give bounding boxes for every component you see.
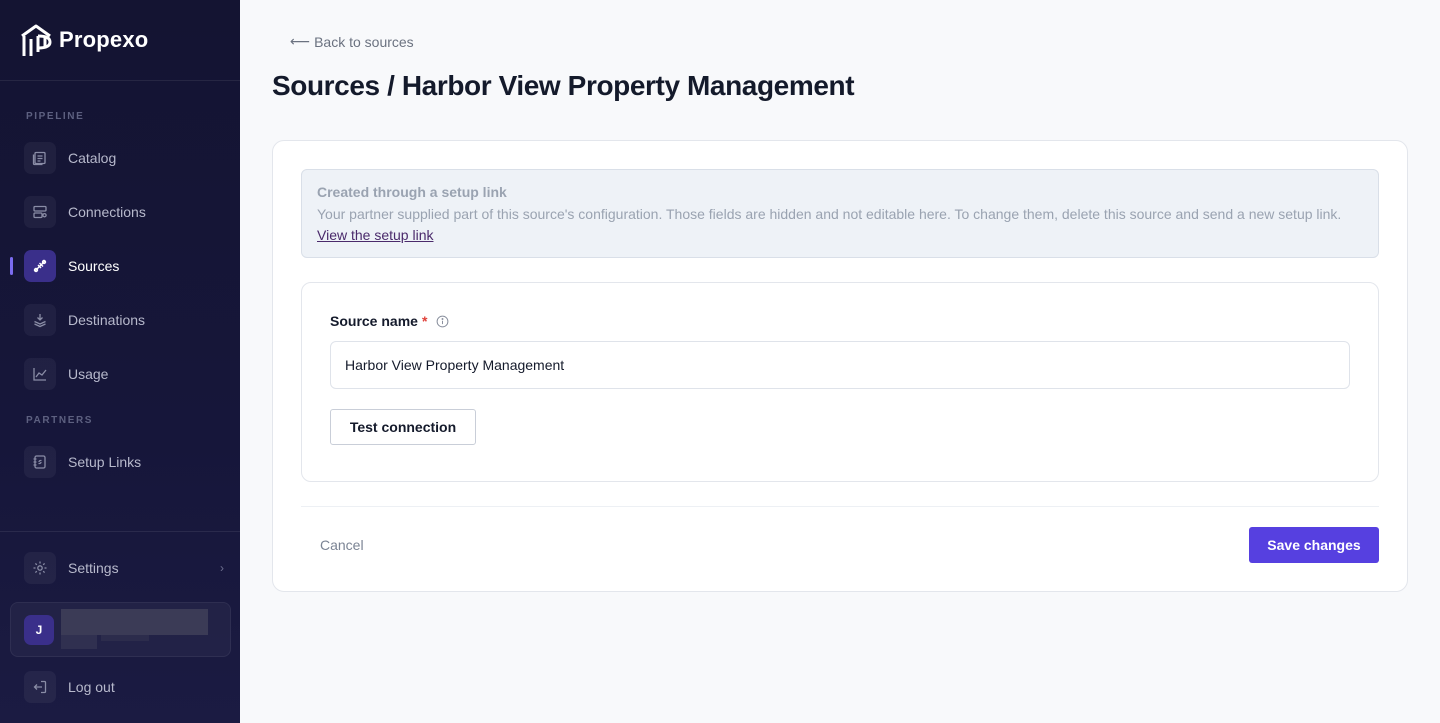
sidebar: Propexo PIPELINE Catalog Connections Sou… bbox=[0, 0, 240, 723]
notice-text: Your partner supplied part of this sourc… bbox=[317, 206, 1342, 222]
cancel-button[interactable]: Cancel bbox=[305, 527, 379, 563]
section-label-pipeline: PIPELINE bbox=[26, 111, 85, 122]
sidebar-item-destinations[interactable]: Destinations bbox=[24, 303, 224, 337]
source-name-label-text: Source name bbox=[330, 313, 418, 329]
page-title: Sources / Harbor View Property Managemen… bbox=[272, 70, 855, 101]
catalog-icon bbox=[24, 142, 56, 174]
notice-body: Your partner supplied part of this sourc… bbox=[317, 204, 1363, 246]
destinations-icon bbox=[24, 304, 56, 336]
usage-icon bbox=[24, 358, 56, 390]
brand[interactable]: Propexo bbox=[0, 0, 240, 81]
sidebar-item-setup-links[interactable]: Setup Links bbox=[24, 445, 224, 479]
source-name-input[interactable] bbox=[330, 341, 1350, 389]
connections-icon bbox=[24, 196, 56, 228]
source-name-label: Source name * bbox=[330, 313, 449, 329]
sidebar-item-usage[interactable]: Usage bbox=[24, 357, 224, 391]
notice-title: Created through a setup link bbox=[317, 184, 507, 200]
footer-divider bbox=[301, 506, 1379, 507]
back-label: Back to sources bbox=[314, 33, 414, 50]
arrow-left-icon: ⟵ bbox=[290, 33, 311, 49]
sources-icon bbox=[24, 250, 56, 282]
source-edit-panel: Created through a setup link Your partne… bbox=[272, 140, 1408, 592]
user-card[interactable]: J bbox=[10, 602, 231, 657]
sidebar-item-label: Setup Links bbox=[68, 454, 142, 470]
view-setup-link[interactable]: View the setup link bbox=[317, 227, 433, 243]
chevron-right-icon: › bbox=[220, 561, 224, 575]
sidebar-item-label: Catalog bbox=[68, 150, 117, 166]
sidebar-item-label: Usage bbox=[68, 366, 109, 382]
back-to-sources-link[interactable]: ⟵ Back to sources bbox=[290, 33, 414, 50]
save-changes-button[interactable]: Save changes bbox=[1249, 527, 1379, 563]
source-form-card: Source name * Test connection bbox=[301, 282, 1379, 482]
sidebar-item-label: Destinations bbox=[68, 312, 146, 328]
logout-icon bbox=[24, 671, 56, 703]
required-marker: * bbox=[421, 313, 428, 329]
redacted-user-info bbox=[61, 609, 221, 649]
logout-button[interactable]: Log out bbox=[24, 670, 224, 704]
sidebar-item-label: Sources bbox=[68, 258, 120, 274]
logout-label: Log out bbox=[68, 679, 115, 695]
sidebar-item-label: Connections bbox=[68, 204, 146, 220]
section-label-partners: PARTNERS bbox=[26, 415, 94, 426]
sidebar-item-sources[interactable]: Sources bbox=[24, 249, 224, 283]
propexo-logo-icon bbox=[21, 24, 52, 56]
sidebar-item-catalog[interactable]: Catalog bbox=[24, 141, 224, 175]
info-icon[interactable] bbox=[436, 315, 449, 328]
gear-icon bbox=[24, 552, 56, 584]
setup-links-icon bbox=[24, 446, 56, 478]
active-indicator bbox=[10, 257, 13, 275]
avatar: J bbox=[24, 614, 54, 645]
test-connection-button[interactable]: Test connection bbox=[330, 409, 476, 445]
sidebar-item-label: Settings bbox=[68, 560, 119, 576]
brand-name: Propexo bbox=[59, 27, 149, 52]
sidebar-divider bbox=[0, 531, 240, 532]
setup-link-notice: Created through a setup link Your partne… bbox=[301, 169, 1379, 258]
sidebar-item-settings[interactable]: Settings › bbox=[24, 551, 224, 585]
sidebar-item-connections[interactable]: Connections bbox=[24, 195, 224, 229]
